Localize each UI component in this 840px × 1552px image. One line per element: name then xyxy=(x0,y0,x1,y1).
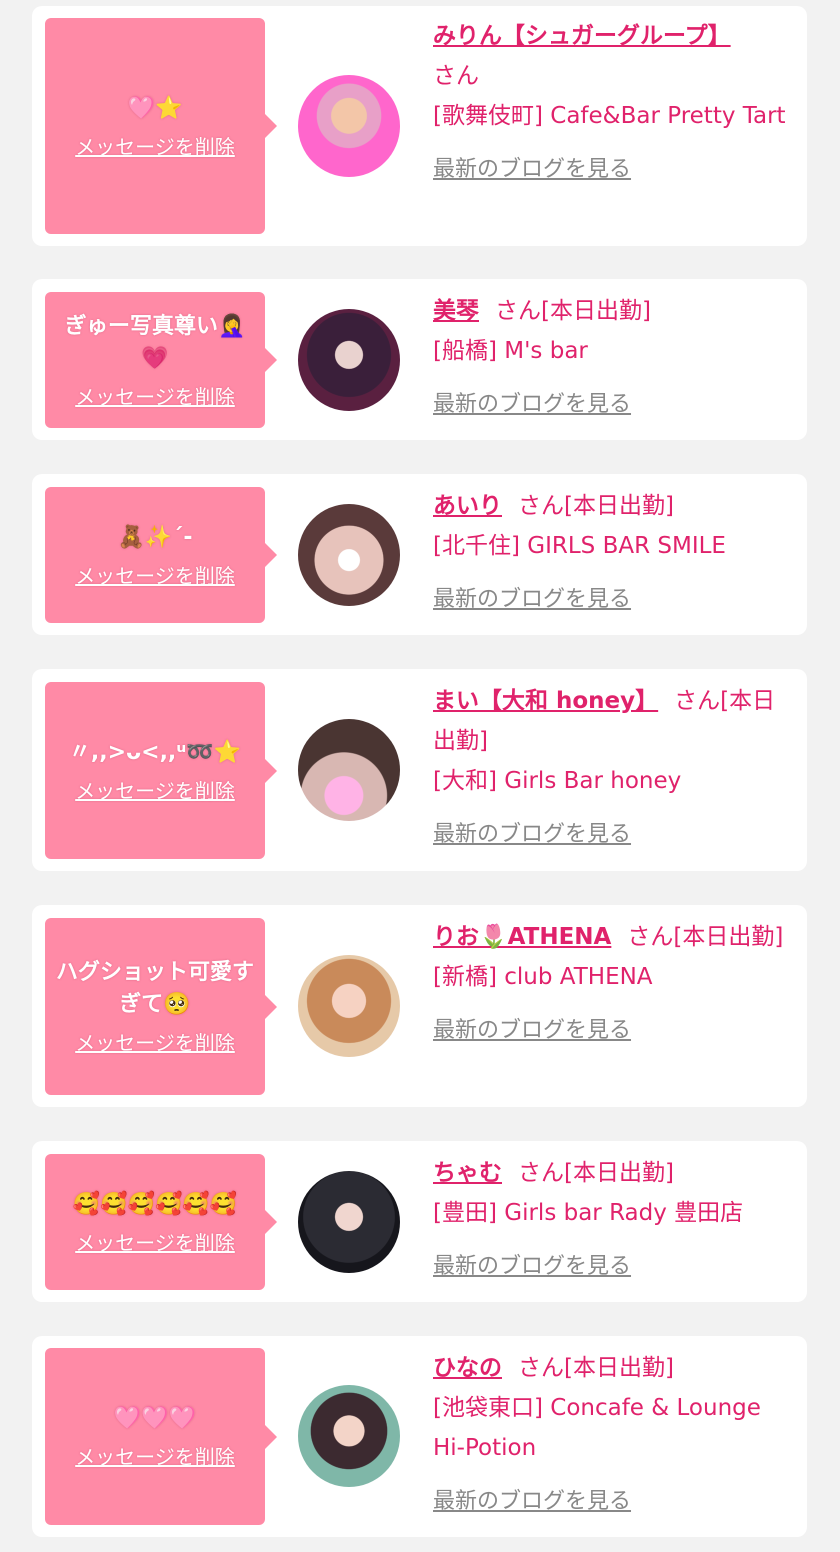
avatar[interactable] xyxy=(298,75,400,177)
honorific-text: さん[本日出勤] xyxy=(627,924,784,950)
favorite-card: 🧸✨´- メッセージを削除 あいり さん[本日出勤] [北千住] GIRLS BA… xyxy=(32,474,807,635)
message-bubble: ハグショット可愛すぎて🥺 メッセージを削除 xyxy=(45,918,277,1095)
message-text: ぎゅー写真尊い🤦‍♀️💗 xyxy=(64,313,246,371)
cast-info: りお🌷ATHENA さん[本日出勤] [新橋] club ATHENA 最新のブロ… xyxy=(433,917,793,1051)
shop-text: [豊田] Girls bar Rady 豊田店 xyxy=(433,1200,744,1226)
latest-blog-link[interactable]: 最新のブログを見る xyxy=(433,580,631,620)
honorific-text: さん[本日出勤] xyxy=(518,1160,674,1186)
message-text: 〃,,>ᴗ<,,ᵘ➿⭐ xyxy=(68,740,242,765)
latest-blog-link[interactable]: 最新のブログを見る xyxy=(433,385,631,425)
avatar[interactable] xyxy=(298,309,400,411)
shop-text: [池袋東口] Concafe & Lounge Hi-Potion xyxy=(433,1395,761,1461)
cast-name-link[interactable]: りお🌷ATHENA xyxy=(433,924,611,950)
message-bubble: 🥰🥰🥰🥰🥰🥰 メッセージを削除 xyxy=(45,1154,277,1290)
shop-text: [大和] Girls Bar honey xyxy=(433,768,682,794)
cast-name-link[interactable]: ちゃむ xyxy=(433,1160,502,1186)
delete-message-link[interactable]: メッセージを削除 xyxy=(75,381,235,410)
avatar[interactable] xyxy=(298,1171,400,1273)
delete-message-link[interactable]: メッセージを削除 xyxy=(75,1027,235,1056)
latest-blog-link[interactable]: 最新のブログを見る xyxy=(433,1247,631,1287)
shop-text: [新橋] club ATHENA xyxy=(433,964,653,990)
message-bubble: 🧸✨´- メッセージを削除 xyxy=(45,487,277,623)
message-bubble: 🩷🩷🩷 メッセージを削除 xyxy=(45,1348,277,1525)
shop-text: [船橋] M's bar xyxy=(433,338,588,364)
latest-blog-link[interactable]: 最新のブログを見る xyxy=(433,1011,631,1051)
avatar[interactable] xyxy=(298,719,400,821)
favorite-card: ハグショット可愛すぎて🥺 メッセージを削除 りお🌷ATHENA さん[本日出勤] … xyxy=(32,905,807,1107)
favorite-card: 〃,,>ᴗ<,,ᵘ➿⭐ メッセージを削除 まい【大和 honey】 さん[本日出勤… xyxy=(32,669,807,871)
message-bubble: ぎゅー写真尊い🤦‍♀️💗 メッセージを削除 xyxy=(45,292,277,428)
delete-message-link[interactable]: メッセージを削除 xyxy=(75,1441,235,1470)
delete-message-link[interactable]: メッセージを削除 xyxy=(75,560,235,589)
cast-header: みりん【シュガーグループ】 さん xyxy=(433,16,793,96)
message-text: 🧸✨´- xyxy=(117,524,193,550)
cast-name-link[interactable]: 美琴 xyxy=(433,298,479,324)
cast-name-link[interactable]: みりん【シュガーグループ】 xyxy=(433,23,731,49)
avatar[interactable] xyxy=(298,504,400,606)
message-text: ハグショット可愛すぎて🥺 xyxy=(55,960,254,1017)
favorite-card: ぎゅー写真尊い🤦‍♀️💗 メッセージを削除 美琴 さん[本日出勤] [船橋] M'… xyxy=(32,279,807,440)
cast-info: あいり さん[本日出勤] [北千住] GIRLS BAR SMILE 最新のブログ… xyxy=(433,486,793,620)
message-bubble: 🩷⭐ メッセージを削除 xyxy=(45,18,277,234)
cast-info: みりん【シュガーグループ】 さん [歌舞伎町] Cafe&Bar Pretty … xyxy=(433,16,793,190)
honorific-text: さん[本日出勤] xyxy=(495,298,651,324)
cast-info: ちゃむ さん[本日出勤] [豊田] Girls bar Rady 豊田店 最新のブ… xyxy=(433,1153,793,1287)
cast-header: あいり さん[本日出勤] xyxy=(433,486,793,526)
cast-info: 美琴 さん[本日出勤] [船橋] M's bar 最新のブログを見る xyxy=(433,291,793,425)
cast-name-link[interactable]: あいり xyxy=(433,493,502,519)
cast-info: ひなの さん[本日出勤] [池袋東口] Concafe & Lounge Hi-P… xyxy=(433,1348,793,1522)
honorific-text: さん[本日出勤] xyxy=(518,1355,674,1381)
delete-message-link[interactable]: メッセージを削除 xyxy=(75,131,235,160)
latest-blog-link[interactable]: 最新のブログを見る xyxy=(433,1482,631,1522)
avatar[interactable] xyxy=(298,955,400,1057)
cast-name-link[interactable]: まい【大和 honey】 xyxy=(433,688,658,714)
cast-header: 美琴 さん[本日出勤] xyxy=(433,291,793,331)
honorific-text: さん xyxy=(433,63,479,89)
latest-blog-link[interactable]: 最新のブログを見る xyxy=(433,815,631,855)
favorite-card: 🥰🥰🥰🥰🥰🥰 メッセージを削除 ちゃむ さん[本日出勤] [豊田] Girls b… xyxy=(32,1141,807,1302)
cast-header: まい【大和 honey】 さん[本日出勤] xyxy=(433,681,793,761)
cast-header: ひなの さん[本日出勤] xyxy=(433,1348,793,1388)
honorific-text: さん[本日出勤] xyxy=(518,493,674,519)
delete-message-link[interactable]: メッセージを削除 xyxy=(75,775,235,804)
shop-text: [北千住] GIRLS BAR SMILE xyxy=(433,533,726,559)
shop-text: [歌舞伎町] Cafe&Bar Pretty Tart xyxy=(433,103,786,129)
favorite-card: 🩷🩷🩷 メッセージを削除 ひなの さん[本日出勤] [池袋東口] Concafe … xyxy=(32,1336,807,1537)
cast-header: ちゃむ さん[本日出勤] xyxy=(433,1153,793,1193)
message-text: 🩷⭐ xyxy=(127,95,183,121)
delete-message-link[interactable]: メッセージを削除 xyxy=(75,1227,235,1256)
message-bubble: 〃,,>ᴗ<,,ᵘ➿⭐ メッセージを削除 xyxy=(45,682,277,859)
message-text: 🩷🩷🩷 xyxy=(113,1406,197,1431)
latest-blog-link[interactable]: 最新のブログを見る xyxy=(433,150,631,190)
cast-header: りお🌷ATHENA さん[本日出勤] xyxy=(433,917,793,957)
cast-info: まい【大和 honey】 さん[本日出勤] [大和] Girls Bar hone… xyxy=(433,681,793,855)
avatar[interactable] xyxy=(298,1385,400,1487)
cast-name-link[interactable]: ひなの xyxy=(433,1355,502,1381)
favorite-card: 🩷⭐ メッセージを削除 みりん【シュガーグループ】 さん [歌舞伎町] Cafe… xyxy=(32,6,807,246)
message-text: 🥰🥰🥰🥰🥰🥰 xyxy=(72,1191,238,1217)
